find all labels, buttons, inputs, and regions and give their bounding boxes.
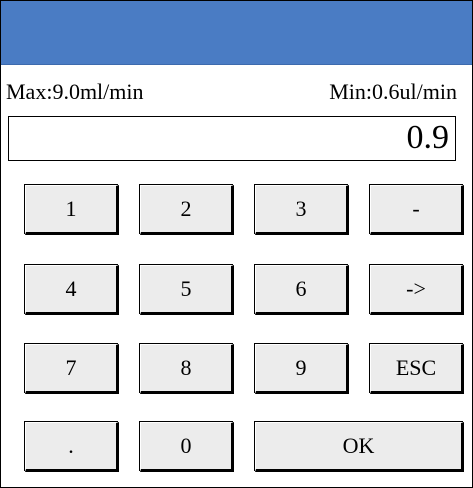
key-0-button[interactable]: 0 (140, 422, 234, 472)
arrow-button[interactable]: -> (370, 265, 464, 315)
key-1-button[interactable]: 1 (25, 185, 119, 235)
esc-button[interactable]: ESC (370, 344, 464, 394)
key-5-button[interactable]: 5 (140, 265, 234, 315)
value-display-text: 0.9 (406, 119, 450, 156)
min-flow-limit-label: Min:0.6ul/min (329, 79, 457, 104)
key-3-button[interactable]: 3 (255, 185, 349, 235)
ok-button[interactable]: OK (255, 422, 464, 472)
key-2-button[interactable]: 2 (140, 185, 234, 235)
key-4-button[interactable]: 4 (25, 265, 119, 315)
key-6-button[interactable]: 6 (255, 265, 349, 315)
title-bar[interactable] (1, 1, 472, 65)
value-display: 0.9 (8, 116, 456, 161)
numeric-keypad-dialog: Max:9.0ml/min Min:0.6ul/min 0.9 1 2 3 - … (0, 0, 473, 488)
max-flow-limit-label: Max:9.0ml/min (6, 79, 144, 104)
key-8-button[interactable]: 8 (140, 344, 234, 394)
decimal-point-button[interactable]: . (25, 422, 119, 472)
key-7-button[interactable]: 7 (25, 344, 119, 394)
key-9-button[interactable]: 9 (255, 344, 349, 394)
minus-button[interactable]: - (370, 185, 464, 235)
